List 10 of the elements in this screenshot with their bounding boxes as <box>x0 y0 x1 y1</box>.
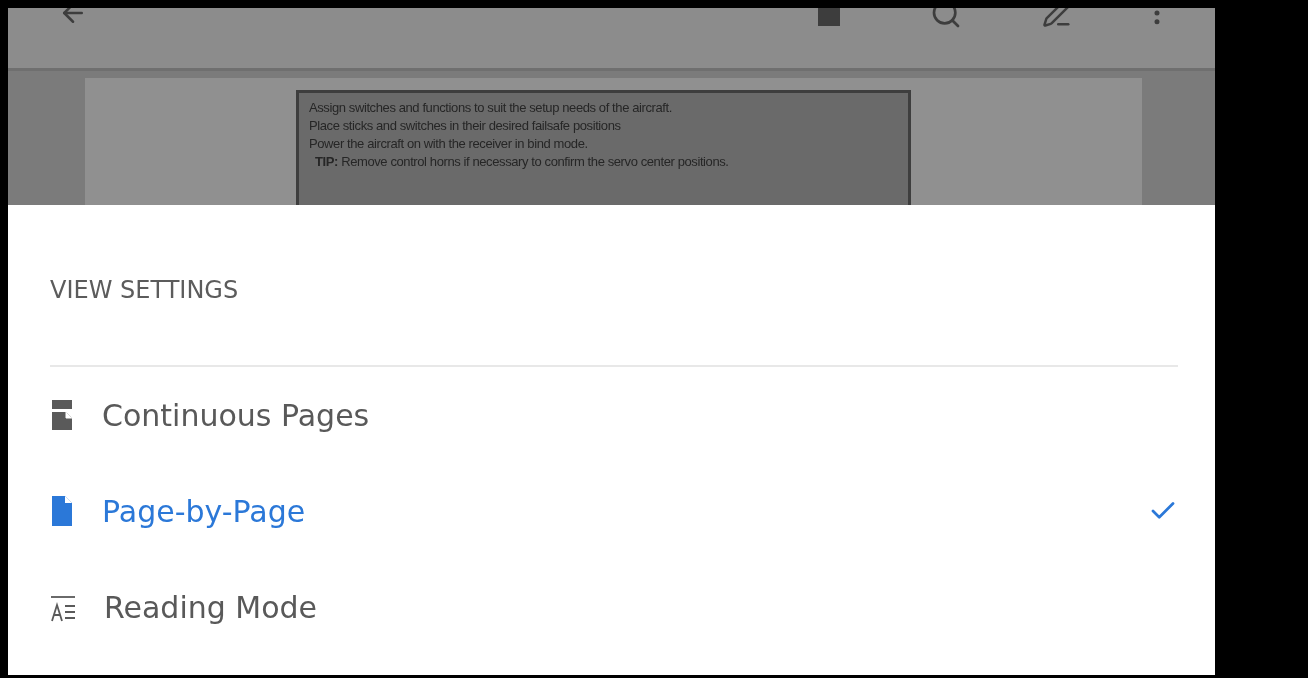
view-option[interactable]: Continuous Pages <box>50 367 1178 463</box>
document-text: Power the aircraft on with the receiver in bind mode. <box>309 135 589 152</box>
continuous-pages-icon <box>50 400 74 430</box>
document-text: Assign switches and functions to suit the setup needs of the aircraft. <box>309 99 673 116</box>
sheet-title: VIEW SETTINGS <box>50 275 240 306</box>
document-text: TIP: Remove control horns if necessary to confirm the servo center positions. <box>314 153 730 170</box>
view-option[interactable]: Page-by-Page <box>50 463 1178 559</box>
document-text: Place sticks and switches in their desired failsafe positions <box>309 117 622 134</box>
page-icon <box>50 496 74 526</box>
view-option[interactable]: Reading Mode <box>50 559 1178 655</box>
